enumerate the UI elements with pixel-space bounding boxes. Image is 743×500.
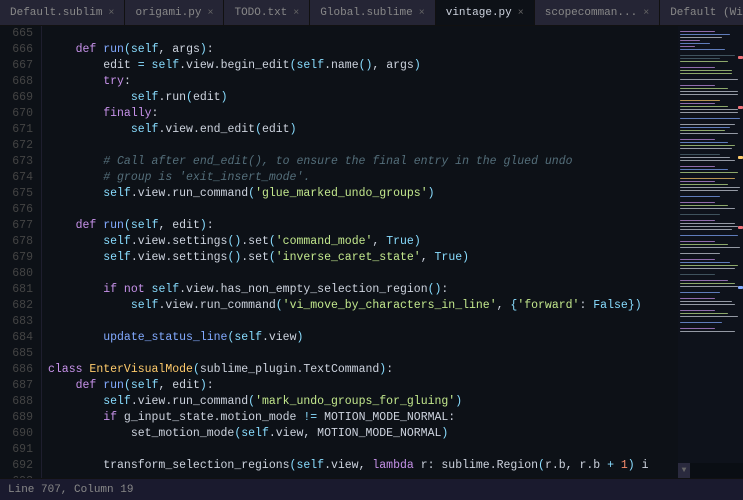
- code-line: transform_selection_regions(self.view, l…: [48, 458, 678, 474]
- line-num: 671: [4, 122, 33, 138]
- scroll-down-button[interactable]: ▼: [678, 463, 690, 478]
- tab-label: Default.sublim: [10, 7, 102, 19]
- line-num: 666: [4, 42, 33, 58]
- line-num: 689: [4, 410, 33, 426]
- line-num: 669: [4, 90, 33, 106]
- tab-label: TODO.txt: [234, 7, 287, 19]
- code-line: def run(self, edit):: [48, 378, 678, 394]
- line-num: 667: [4, 58, 33, 74]
- code-lines: 665 666 667 668 669 670 671 672 673 674 …: [0, 26, 678, 478]
- code-text[interactable]: def run(self, args): edit = self.view.be…: [42, 26, 678, 478]
- tab-global-sublime[interactable]: Global.sublime ×: [310, 0, 435, 26]
- tab-close-icon[interactable]: ×: [643, 8, 649, 19]
- tab-label: Default (Wind...: [670, 7, 743, 19]
- line-num: 685: [4, 346, 33, 362]
- line-num: 692: [4, 458, 33, 474]
- code-line: [48, 314, 678, 330]
- code-line: [48, 138, 678, 154]
- code-line: self.view.settings().set('inverse_caret_…: [48, 250, 678, 266]
- tab-label: scopecomman...: [545, 7, 637, 19]
- tab-close-icon[interactable]: ×: [518, 8, 524, 19]
- tab-default-windows[interactable]: Default (Wind... ×: [660, 0, 743, 26]
- code-line: self.view.run_command('vi_move_by_charac…: [48, 298, 678, 314]
- line-num: 674: [4, 170, 33, 186]
- line-num: 682: [4, 298, 33, 314]
- line-num: 675: [4, 186, 33, 202]
- code-line: self.view.end_edit(edit): [48, 122, 678, 138]
- code-line: set_motion_mode(self.view, MOTION_MODE_N…: [48, 426, 678, 442]
- code-line: def run(self, args):: [48, 42, 678, 58]
- code-line: self.view.run_command('mark_undo_groups_…: [48, 394, 678, 410]
- code-line: if g_input_state.motion_mode != MOTION_M…: [48, 410, 678, 426]
- line-num: 676: [4, 202, 33, 218]
- line-num: 673: [4, 154, 33, 170]
- code-line: self.view.run_command('glue_marked_undo_…: [48, 186, 678, 202]
- code-line: [48, 202, 678, 218]
- tab-close-icon[interactable]: ×: [108, 8, 114, 19]
- line-num: 668: [4, 74, 33, 90]
- tab-default-sublime[interactable]: Default.sublim ×: [0, 0, 125, 26]
- line-num: 690: [4, 426, 33, 442]
- line-num: 679: [4, 250, 33, 266]
- code-line: [48, 26, 678, 42]
- code-editor[interactable]: 665 666 667 668 669 670 671 672 673 674 …: [0, 26, 678, 478]
- code-line: [48, 346, 678, 362]
- tab-vintage-py[interactable]: vintage.py ×: [436, 0, 535, 26]
- code-line: if not self.view.has_non_empty_selection…: [48, 282, 678, 298]
- status-bar: Line 707, Column 19: [0, 478, 743, 500]
- tab-origami[interactable]: origami.py ×: [125, 0, 224, 26]
- line-num: 687: [4, 378, 33, 394]
- tab-label: origami.py: [135, 7, 201, 19]
- tab-bar: Default.sublim × origami.py × TODO.txt ×…: [0, 0, 743, 26]
- tab-label: Global.sublime: [320, 7, 412, 19]
- line-num: 677: [4, 218, 33, 234]
- line-num: 681: [4, 282, 33, 298]
- line-num: 691: [4, 442, 33, 458]
- line-num: 670: [4, 106, 33, 122]
- code-line: def run(self, edit):: [48, 218, 678, 234]
- code-line: self.run(edit): [48, 90, 678, 106]
- code-line: [48, 442, 678, 458]
- tab-todo[interactable]: TODO.txt ×: [224, 0, 310, 26]
- line-num: 686: [4, 362, 33, 378]
- code-line: self.view.settings().set('command_mode',…: [48, 234, 678, 250]
- tab-label: vintage.py: [446, 7, 512, 19]
- code-line: [48, 266, 678, 282]
- line-num: 684: [4, 330, 33, 346]
- tab-close-icon[interactable]: ×: [419, 8, 425, 19]
- cursor-position: Line 707, Column 19: [8, 484, 133, 496]
- line-num: 688: [4, 394, 33, 410]
- line-numbers: 665 666 667 668 669 670 671 672 673 674 …: [0, 26, 42, 478]
- content-area: 665 666 667 668 669 670 671 672 673 674 …: [0, 26, 743, 478]
- tab-close-icon[interactable]: ×: [207, 8, 213, 19]
- minimap[interactable]: ▼: [678, 26, 743, 478]
- minimap-content: [678, 26, 743, 463]
- code-line: try:: [48, 74, 678, 90]
- code-line: # Call after end_edit(), to ensure the f…: [48, 154, 678, 170]
- line-num: 683: [4, 314, 33, 330]
- code-line: update_status_line(self.view): [48, 330, 678, 346]
- code-line: edit = self.view.begin_edit(self.name(),…: [48, 58, 678, 74]
- code-line: # group is 'exit_insert_mode'.: [48, 170, 678, 186]
- tab-close-icon[interactable]: ×: [293, 8, 299, 19]
- code-line: class EnterVisualMode(sublime_plugin.Tex…: [48, 362, 678, 378]
- line-num: 665: [4, 26, 33, 42]
- minimap-svg: [678, 26, 743, 463]
- line-num: 672: [4, 138, 33, 154]
- line-num: 680: [4, 266, 33, 282]
- line-num: 678: [4, 234, 33, 250]
- code-line: finally:: [48, 106, 678, 122]
- tab-scopecommand[interactable]: scopecomman... ×: [535, 0, 660, 26]
